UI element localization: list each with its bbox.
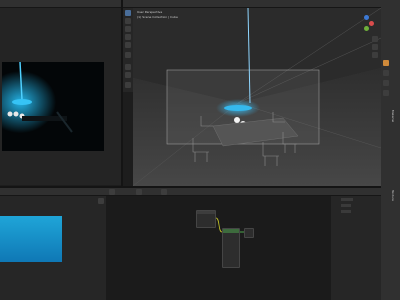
measure-tool-icon[interactable]: [125, 72, 131, 78]
outliner-panel: [331, 196, 381, 300]
annotate-tool-icon[interactable]: [125, 64, 131, 70]
node-editor-header: [106, 188, 331, 196]
physics-tab-icon[interactable]: [383, 90, 389, 96]
y-axis-handle-icon[interactable]: [364, 26, 369, 31]
properties-tab-strip: [383, 60, 389, 260]
viewport-info-line-1: User Perspective: [137, 10, 163, 14]
select-tool-icon[interactable]: [125, 10, 131, 16]
particles-tab-icon[interactable]: [383, 80, 389, 86]
viewport-scene: [132, 7, 382, 187]
viewport-header: [123, 0, 381, 8]
camera-view-icon[interactable]: [372, 52, 378, 58]
node-tree-icon[interactable]: [136, 189, 142, 195]
render-image: [2, 61, 104, 151]
image-preview: [0, 216, 62, 262]
navigation-gizmo[interactable]: [357, 14, 375, 32]
material-slot-icon[interactable]: [161, 189, 167, 195]
viewport-toolbar: [123, 8, 133, 92]
editor-type-icon[interactable]: [109, 189, 115, 195]
outliner-row[interactable]: [341, 204, 351, 207]
rotate-tool-icon[interactable]: [125, 34, 131, 40]
image-editor-tool-icon[interactable]: [98, 198, 104, 204]
modifier-tab-icon[interactable]: [383, 70, 389, 76]
properties-tab-label-2: Texture: [391, 190, 395, 201]
3d-viewport[interactable]: User Perspective (1) Scene Collection | …: [132, 7, 382, 187]
object-tab-icon[interactable]: [383, 60, 389, 66]
z-axis-handle-icon[interactable]: [364, 15, 369, 20]
viewport-nav-buttons: [372, 36, 378, 66]
render-preview-header: [0, 0, 121, 8]
outliner-row[interactable]: [341, 198, 353, 201]
zoom-icon[interactable]: [372, 36, 378, 42]
render-scene-graphic: [2, 61, 104, 151]
image-editor-header: [0, 188, 106, 196]
outliner-row[interactable]: [341, 210, 351, 213]
transform-tool-icon[interactable]: [125, 52, 131, 58]
viewport-info-line-2: (1) Scene Collection | Cube: [137, 15, 178, 19]
scale-tool-icon[interactable]: [125, 42, 131, 48]
move-tool-icon[interactable]: [125, 26, 131, 32]
render-preview-panel: [0, 8, 121, 185]
properties-rail: Material Texture: [381, 0, 400, 300]
properties-tab-label: Material: [391, 110, 395, 123]
pan-icon[interactable]: [372, 44, 378, 50]
outliner-header: [331, 188, 381, 196]
image-editor-panel: [0, 196, 106, 300]
node-editor-canvas[interactable]: [106, 196, 331, 300]
x-axis-handle-icon[interactable]: [369, 21, 374, 26]
add-cube-tool-icon[interactable]: [125, 82, 131, 88]
node-links: [215, 217, 244, 233]
cursor-tool-icon[interactable]: [125, 18, 131, 24]
